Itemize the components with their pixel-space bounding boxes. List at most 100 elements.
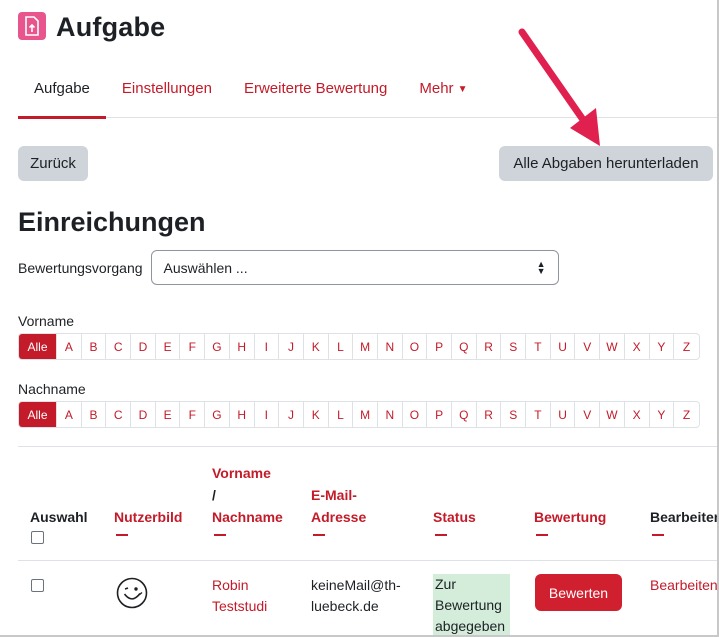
firstname-initial-s[interactable]: S <box>501 334 527 359</box>
firstname-initial-all[interactable]: Alle <box>19 334 57 359</box>
firstname-initial-m[interactable]: M <box>353 334 378 359</box>
download-all-submissions-button[interactable]: Alle Abgaben herunterladen <box>499 146 713 181</box>
firstname-initial-v[interactable]: V <box>575 334 601 359</box>
lastname-initial-y[interactable]: Y <box>650 402 675 427</box>
firstname-initial-t[interactable]: T <box>526 334 551 359</box>
grade-button[interactable]: Bewerten <box>535 574 622 611</box>
collapse-column-icon[interactable] <box>435 534 447 536</box>
firstname-initial-z[interactable]: Z <box>674 334 699 359</box>
lastname-initial-r[interactable]: R <box>477 402 502 427</box>
column-header-select: Auswahl <box>30 509 88 525</box>
table-top-divider <box>18 446 717 447</box>
status-text: Bewertung <box>435 597 502 613</box>
select-all-checkbox[interactable] <box>31 531 44 544</box>
column-header-lastname[interactable]: Nachname <box>212 506 283 528</box>
lastname-initial-u[interactable]: U <box>551 402 576 427</box>
firstname-initial-b[interactable]: B <box>82 334 107 359</box>
lastname-initial-b[interactable]: B <box>82 402 107 427</box>
firstname-initial-l[interactable]: L <box>329 334 354 359</box>
tab-advanced-grading[interactable]: Erweiterte Bewertung <box>228 66 403 118</box>
column-header-status[interactable]: Status <box>433 506 476 528</box>
collapse-column-icon[interactable] <box>652 534 664 536</box>
status-text: Zur <box>435 576 456 592</box>
grading-action-select[interactable]: Auswählen ... ▲ ▼ <box>150 250 559 285</box>
lastname-initial-w[interactable]: W <box>600 402 625 427</box>
firstname-initial-d[interactable]: D <box>131 334 156 359</box>
firstname-initial-r[interactable]: R <box>477 334 502 359</box>
lastname-initial-v[interactable]: V <box>575 402 601 427</box>
firstname-initial-n[interactable]: N <box>378 334 403 359</box>
firstname-initial-j[interactable]: J <box>279 334 304 359</box>
section-title: Einreichungen <box>18 207 206 237</box>
status-text: abgegeben <box>435 618 506 634</box>
column-header-firstname[interactable]: Vorname <box>212 462 271 484</box>
collapse-column-icon[interactable] <box>313 534 325 536</box>
firstname-initial-y[interactable]: Y <box>650 334 675 359</box>
lastname-initial-k[interactable]: K <box>304 402 329 427</box>
student-lastname-link[interactable]: Teststudi <box>212 596 267 617</box>
page-frame: Aufgabe Aufgabe Einstellungen Erweiterte… <box>0 0 719 637</box>
lastname-initial-d[interactable]: D <box>131 402 156 427</box>
firstname-initial-w[interactable]: W <box>600 334 625 359</box>
lastname-initial-t[interactable]: T <box>526 402 551 427</box>
firstname-initial-u[interactable]: U <box>551 334 576 359</box>
lastname-initial-c[interactable]: C <box>106 402 132 427</box>
collapse-column-icon[interactable] <box>214 534 226 536</box>
firstname-initial-i[interactable]: I <box>255 334 280 359</box>
lastname-initial-a[interactable]: A <box>57 402 82 427</box>
lastname-initial-p[interactable]: P <box>427 402 452 427</box>
column-header-email-line2[interactable]: Adresse <box>311 506 366 528</box>
lastname-initial-g[interactable]: G <box>205 402 230 427</box>
lastname-initial-j[interactable]: J <box>279 402 304 427</box>
tab-label: Einstellungen <box>121 80 212 97</box>
firstname-initial-k[interactable]: K <box>304 334 329 359</box>
lastname-initial-f[interactable]: F <box>180 402 206 427</box>
submission-status-badge: Zur Bewertung abgegeben <box>433 574 510 635</box>
firstname-initial-g[interactable]: G <box>205 334 230 359</box>
lastname-initial-m[interactable]: M <box>353 402 378 427</box>
lastname-initial-q[interactable]: Q <box>452 402 477 427</box>
tab-more[interactable]: Mehr ▼ <box>403 66 483 118</box>
column-header-separator: / <box>212 487 216 503</box>
firstname-initial-f[interactable]: F <box>180 334 206 359</box>
firstname-initial-c[interactable]: C <box>106 334 132 359</box>
lastname-initial-i[interactable]: I <box>255 402 280 427</box>
table-row-divider <box>18 560 717 561</box>
winking-face-icon <box>116 577 148 609</box>
firstname-initials-bar: Alle A B C D E F G H I J K L M N O P Q R S T U V W X Y Z <box>18 333 700 360</box>
student-email-line2: luebeck.de <box>311 598 379 614</box>
tab-assignment[interactable]: Aufgabe <box>18 66 106 119</box>
lastname-initial-s[interactable]: S <box>501 402 527 427</box>
student-firstname-link[interactable]: Robin <box>212 575 249 596</box>
column-header-picture[interactable]: Nutzerbild <box>114 506 182 528</box>
column-header-grade[interactable]: Bewertung <box>534 506 606 528</box>
row-select-checkbox[interactable] <box>31 579 44 592</box>
column-header-email[interactable]: E-Mail- <box>311 484 357 506</box>
tab-label: Mehr <box>419 80 454 97</box>
tab-settings[interactable]: Einstellungen <box>106 66 228 118</box>
secondary-navigation: Aufgabe Einstellungen Erweiterte Bewertu… <box>18 66 717 119</box>
grading-action-row: Bewertungsvorgang Auswählen ... ▲ ▼ <box>18 250 559 285</box>
lastname-initial-h[interactable]: H <box>230 402 255 427</box>
lastname-initial-x[interactable]: X <box>625 402 650 427</box>
chevron-down-icon: ▼ <box>457 84 468 95</box>
lastname-initial-o[interactable]: O <box>403 402 428 427</box>
collapse-column-icon[interactable] <box>536 534 548 536</box>
select-arrows-icon: ▲ ▼ <box>536 258 546 276</box>
edit-link[interactable]: Bearbeiten <box>650 575 717 596</box>
firstname-initial-x[interactable]: X <box>625 334 650 359</box>
back-button[interactable]: Zurück <box>18 146 88 181</box>
lastname-initial-l[interactable]: L <box>329 402 354 427</box>
firstname-initial-e[interactable]: E <box>156 334 181 359</box>
lastname-initial-all[interactable]: Alle <box>19 402 57 427</box>
lastname-initial-e[interactable]: E <box>156 402 181 427</box>
lastname-initial-n[interactable]: N <box>378 402 403 427</box>
firstname-initial-o[interactable]: O <box>403 334 428 359</box>
collapse-column-icon[interactable] <box>116 534 128 536</box>
firstname-initial-h[interactable]: H <box>230 334 255 359</box>
lastname-initial-z[interactable]: Z <box>674 402 699 427</box>
firstname-initial-q[interactable]: Q <box>452 334 477 359</box>
grading-action-label: Bewertungsvorgang <box>18 259 143 276</box>
firstname-initial-a[interactable]: A <box>57 334 82 359</box>
firstname-initial-p[interactable]: P <box>427 334 452 359</box>
